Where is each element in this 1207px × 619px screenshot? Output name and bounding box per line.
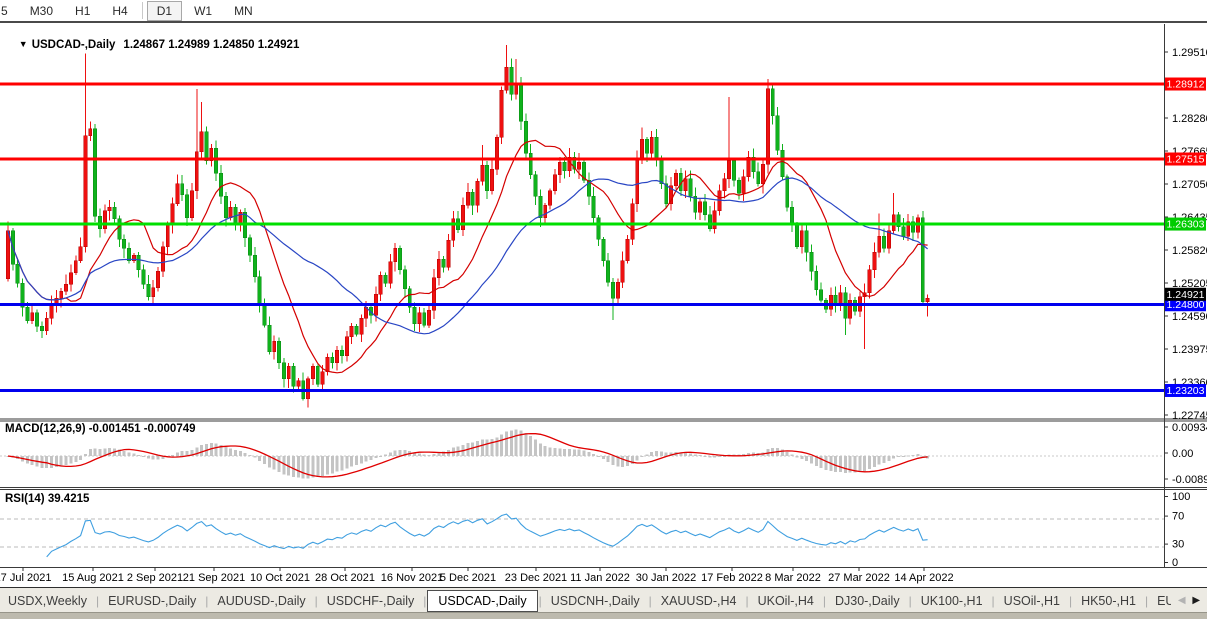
svg-text:16 Nov 2021: 16 Nov 2021 [381, 572, 443, 584]
svg-text:-0.008902: -0.008902 [1172, 474, 1207, 486]
svg-text:0.00: 0.00 [1172, 448, 1193, 460]
svg-text:28 Oct 2021: 28 Oct 2021 [315, 572, 375, 584]
svg-text:2 Sep 2021: 2 Sep 2021 [127, 572, 183, 584]
symbol-dropdown-icon[interactable]: ▼ [19, 39, 28, 49]
svg-text:1.27515: 1.27515 [1167, 154, 1205, 166]
svg-text:100: 100 [1172, 491, 1190, 503]
svg-text:1.28280: 1.28280 [1172, 113, 1207, 125]
svg-text:17 Feb 2022: 17 Feb 2022 [701, 572, 763, 584]
trading-terminal-window: 5M30H1H4 D1W1MN 0.009345 0.00 -0.008902 100 7… [0, 0, 1207, 619]
ohlc-low: 1.24850 [213, 39, 255, 51]
timeframe-button-h4[interactable]: H4 [102, 1, 137, 21]
chart-tab-usdxweekly[interactable]: USDX,Weekly [0, 591, 95, 611]
chart-tab-usdcaddaily[interactable]: USDCAD-,Daily [427, 590, 537, 612]
tab-scroll-right-icon[interactable]: ▶ [1192, 595, 1200, 606]
chart-tab-uk100h1[interactable]: UK100-,H1 [913, 591, 991, 611]
svg-text:8 Mar 2022: 8 Mar 2022 [765, 572, 821, 584]
rsi-indicator-label: RSI(14) 39.4215 [5, 493, 89, 505]
chart-tab-hk50h1[interactable]: HK50-,H1 [1073, 591, 1144, 611]
svg-text:0.009345: 0.009345 [1172, 422, 1207, 434]
timeframe-button-h1[interactable]: H1 [65, 1, 100, 21]
ohlc-close: 1.24921 [258, 39, 300, 51]
timeframe-button-m30[interactable]: M30 [20, 1, 63, 21]
svg-text:70: 70 [1172, 511, 1184, 523]
ohlc-high: 1.24989 [168, 39, 210, 51]
svg-text:1.23975: 1.23975 [1172, 344, 1207, 356]
toolbar-divider [142, 2, 143, 19]
svg-text:1.22745: 1.22745 [1172, 410, 1207, 422]
symbol-tab-bar: USDX,Weekly|EURUSD-,Daily|AUDUSD-,Daily|… [0, 587, 1207, 613]
svg-text:27 Mar 2022: 27 Mar 2022 [828, 572, 890, 584]
svg-text:14 Apr 2022: 14 Apr 2022 [894, 572, 953, 584]
svg-text:1.24800: 1.24800 [1167, 299, 1205, 311]
ohlc-open: 1.24867 [123, 39, 165, 51]
chart-tab-dj30daily[interactable]: DJ30-,Daily [827, 591, 908, 611]
timeframe-button-w1[interactable]: W1 [184, 1, 222, 21]
chart-tab-usdcnhdaily[interactable]: USDCNH-,Daily [543, 591, 648, 611]
svg-text:11 Jan 2022: 11 Jan 2022 [570, 572, 630, 584]
chart-tab-eurusddaily[interactable]: EURUSD-,Daily [100, 591, 204, 611]
svg-text:5 Dec 2021: 5 Dec 2021 [440, 572, 496, 584]
timeframe-button-5[interactable]: 5 [0, 1, 18, 21]
svg-text:27 Jul 2021: 27 Jul 2021 [0, 572, 51, 584]
svg-text:23 Dec 2021: 23 Dec 2021 [505, 572, 567, 584]
svg-text:30 Jan 2022: 30 Jan 2022 [636, 572, 697, 584]
chart-area[interactable]: 0.0093450.00-0.008902100703001.295101.28… [0, 23, 1207, 587]
svg-text:30: 30 [1172, 539, 1184, 551]
svg-text:1.25820: 1.25820 [1172, 245, 1207, 257]
svg-text:1.24921: 1.24921 [1167, 289, 1205, 301]
chart-symbol-label: USDCAD-,Daily [32, 39, 116, 51]
chart-tab-usoilh1[interactable]: USOil-,H1 [996, 591, 1068, 611]
macd-indicator-label: MACD(12,26,9) -0.001451 -0.000749 [5, 423, 196, 435]
svg-text:1.29510: 1.29510 [1172, 47, 1207, 59]
chart-tab-xauusdh4[interactable]: XAUUSD-,H4 [653, 591, 745, 611]
svg-text:1.24590: 1.24590 [1172, 311, 1207, 323]
svg-text:15 Aug 2021: 15 Aug 2021 [62, 572, 124, 584]
timeframe-button-mn[interactable]: MN [224, 1, 263, 21]
status-strip [0, 612, 1207, 619]
tab-scroll-left-icon[interactable]: ◀ [1178, 595, 1186, 606]
timeframe-toolbar: 5M30H1H4 D1W1MN [0, 0, 1207, 23]
svg-text:1.26303: 1.26303 [1167, 219, 1205, 231]
chart-tab-audusddaily[interactable]: AUDUSD-,Daily [209, 591, 313, 611]
svg-text:10 Oct 2021: 10 Oct 2021 [250, 572, 310, 584]
svg-text:1.27050: 1.27050 [1172, 179, 1207, 191]
timeframe-button-d1[interactable]: D1 [147, 1, 182, 21]
svg-text:21 Sep 2021: 21 Sep 2021 [183, 572, 245, 584]
chart-title: ▼ USDCAD-,Daily 1.24867 1.24989 1.24850 1.… [6, 27, 299, 63]
svg-text:1.23203: 1.23203 [1167, 385, 1205, 397]
chart-tab-ukoilh4[interactable]: UKOil-,H4 [750, 591, 822, 611]
tab-scroll-arrows: ◀ ▶ [1171, 587, 1207, 613]
chart-tab-usdchfdaily[interactable]: USDCHF-,Daily [319, 591, 423, 611]
svg-text:1.28912: 1.28912 [1167, 79, 1205, 91]
